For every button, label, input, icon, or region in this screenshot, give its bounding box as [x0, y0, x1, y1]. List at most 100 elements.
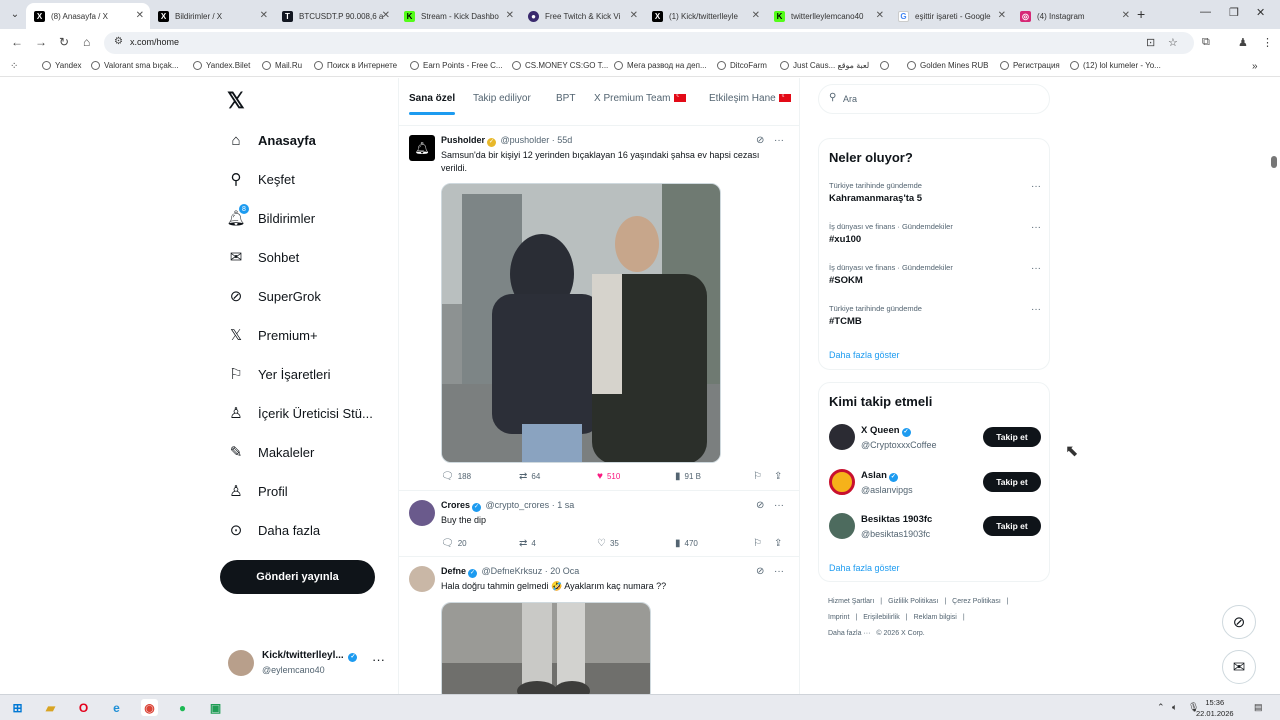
bookmark-item[interactable]: Мега развод на деп...	[614, 61, 707, 70]
tab-etkilesim-hane[interactable]: Etkileşim Hane	[709, 91, 791, 104]
reply-button[interactable]: 🗨︎ 20	[441, 538, 467, 549]
extensions-icon[interactable]: ⧉	[1202, 36, 1210, 49]
messages-fab-button[interactable]: ✉	[1222, 650, 1256, 684]
share-button[interactable]: ⇪	[774, 471, 786, 482]
browser-tab[interactable]: T BTCUSDT.P 90.008,6 a ✕	[274, 3, 396, 29]
close-tab-icon[interactable]: ✕	[260, 10, 268, 21]
more-link[interactable]: Daha fazla ···	[828, 630, 870, 637]
forward-icon[interactable]: →	[35, 35, 47, 49]
grok-icon[interactable]: ⊘	[756, 500, 764, 511]
grok-icon[interactable]: ⊘	[756, 135, 764, 146]
tweet-time[interactable]: · 20 Oca	[545, 566, 580, 576]
share-button[interactable]: ⇪	[774, 538, 786, 549]
more-icon[interactable]: ···	[372, 652, 385, 667]
bookmark-item[interactable]: Golden Mines RUB	[907, 61, 988, 70]
tab-x-premium-team[interactable]: X Premium Team	[594, 91, 686, 104]
nav-item-bookmarks[interactable]: ⚐ Yer İşaretleri	[226, 359, 330, 389]
spotify-icon[interactable]: ●	[174, 699, 191, 716]
show-more-link[interactable]: Daha fazla göster	[829, 563, 900, 573]
speaker-icon[interactable]: 🔈︎	[1172, 702, 1177, 713]
browser-tab[interactable]: X Bildirimler / X ✕	[150, 3, 274, 29]
more-icon[interactable]: ···	[774, 566, 784, 577]
bookmark-item[interactable]: Регистрация	[1000, 61, 1060, 70]
views-button[interactable]: ▮ 91 B	[675, 471, 701, 482]
accessibility-link[interactable]: Erişilebilirlik	[863, 614, 900, 621]
nav-item-home[interactable]: ⌂ Anasayfa	[226, 125, 315, 155]
tweet-photo[interactable]	[441, 183, 721, 463]
chrome-icon[interactable]: ◉	[141, 699, 158, 716]
restore-icon[interactable]: ❐	[1229, 6, 1239, 19]
author-handle[interactable]: @pusholder	[501, 135, 550, 145]
profile-icon[interactable]: ♟	[1238, 36, 1248, 49]
nav-item-profile[interactable]: ♙ Profil	[226, 476, 287, 506]
new-tab-icon[interactable]: +	[1137, 6, 1145, 22]
browser-menu-icon[interactable]: ⋮	[1262, 36, 1273, 49]
follow-button[interactable]: Takip et	[983, 516, 1041, 536]
more-bookmarks-icon[interactable]: »	[1252, 61, 1258, 72]
tweet[interactable]: Defne ✓ @DefneKrksuz · 20 Oca ⊘ ··· Hala …	[399, 558, 799, 694]
follow-suggestion[interactable]: Besiktas 1903fc @besiktas1903fc Takip et	[829, 512, 1041, 542]
tweet[interactable]: Crores ✓ @crypto_crores · 1 sa ⊘ ··· Buy …	[399, 492, 799, 557]
back-icon[interactable]: ←	[11, 35, 23, 49]
install-app-icon[interactable]: ⊡	[1146, 36, 1155, 49]
tab-following[interactable]: Takip ediliyor	[473, 93, 531, 104]
trend-item[interactable]: Türkiye tarihinde gündemde Kahramanmaraş…	[829, 181, 1041, 204]
minimize-icon[interactable]: —	[1200, 6, 1211, 18]
browser-tab[interactable]: X (1) Kick/twitterlleyle ✕	[644, 3, 766, 29]
close-tab-icon[interactable]: ✕	[998, 10, 1006, 21]
browser-tab[interactable]: ◎ (4) Instagram ✕	[1012, 3, 1136, 29]
bookmark-button[interactable]: ⚐	[753, 471, 766, 482]
x-logo-icon[interactable]: 𝕏	[227, 88, 245, 114]
follow-button[interactable]: Takip et	[983, 472, 1041, 492]
tweet[interactable]: 🔔︎ Pusholder ✓ @pusholder · 55d ⊘ ··· Sam…	[399, 127, 799, 491]
scrollbar-thumb[interactable]	[1271, 156, 1277, 168]
bookmark-item[interactable]: Yandex.Bilet	[193, 61, 250, 70]
close-tab-icon[interactable]: ✕	[1122, 10, 1130, 21]
opera-icon[interactable]: O	[75, 699, 92, 716]
notification-center-icon[interactable]: ▤	[1254, 702, 1263, 713]
close-tab-icon[interactable]: ✕	[506, 10, 514, 21]
home-icon[interactable]: ⌂	[83, 35, 90, 49]
nav-item-articles[interactable]: ✎ Makaleler	[226, 437, 315, 467]
bookmark-item[interactable]: (12) lol kumeler - Yo...	[1070, 61, 1161, 70]
site-info-icon[interactable]: ⚙	[114, 36, 123, 47]
like-button[interactable]: ♥ 510	[597, 471, 620, 482]
bookmark-item[interactable]: DitcoFarm	[717, 61, 767, 70]
grok-icon[interactable]: ⊘	[756, 566, 764, 577]
reload-icon[interactable]: ↻	[59, 35, 69, 49]
close-tab-icon[interactable]: ✕	[752, 10, 760, 21]
scrollbar[interactable]	[1268, 78, 1280, 694]
views-button[interactable]: ▮ 470	[675, 538, 698, 549]
bookmark-item[interactable]: CS.MONEY CS:GO T...	[512, 61, 608, 70]
more-icon[interactable]: ···	[1031, 304, 1041, 315]
browser-tab[interactable]: X (8) Anasayfa / X ✕	[26, 3, 150, 29]
account-switcher[interactable]: Kick/twitterlleyl... ✓ @eylemcano40 ···	[228, 648, 388, 678]
browser-tab[interactable]: G eşittir işareti - Google ✕	[890, 3, 1012, 29]
bookmark-item[interactable]: Mail.Ru	[262, 61, 302, 70]
trend-item[interactable]: Türkiye tarihinde gündemde #TCMB ···	[829, 304, 1041, 327]
close-tab-icon[interactable]: ✕	[136, 10, 144, 21]
more-icon[interactable]: ···	[1031, 222, 1041, 233]
close-window-icon[interactable]: ✕	[1256, 6, 1265, 19]
close-tab-icon[interactable]: ✕	[876, 10, 884, 21]
bookmark-item[interactable]: Поиск в Интернете	[314, 61, 397, 70]
terms-link[interactable]: Hizmet Şartları	[828, 598, 874, 605]
author-name[interactable]: Pusholder	[441, 135, 485, 145]
tweet-time[interactable]: · 55d	[552, 135, 573, 145]
tab-bpt[interactable]: BPT	[556, 93, 575, 104]
author-handle[interactable]: @crypto_crores	[486, 500, 550, 510]
avatar[interactable]	[409, 566, 435, 592]
avatar[interactable]	[829, 469, 855, 495]
author-handle[interactable]: @DefneKrksuz	[482, 566, 543, 576]
show-more-link[interactable]: Daha fazla göster	[829, 350, 900, 360]
nav-item-more[interactable]: ⊙ Daha fazla	[226, 515, 320, 545]
avatar[interactable]	[409, 500, 435, 526]
nav-item-notifications[interactable]: 🔔︎ 8 Bildirimler	[226, 203, 315, 233]
search-input[interactable]: ⚲ Ara	[818, 84, 1050, 114]
author-name[interactable]: Defne	[441, 566, 466, 576]
start-icon[interactable]: ⊞	[9, 699, 26, 716]
post-button[interactable]: Gönderi yayınla	[220, 560, 375, 594]
avatar[interactable]: 🔔︎	[409, 135, 435, 161]
close-tab-icon[interactable]: ✕	[382, 10, 390, 21]
reply-button[interactable]: 🗨︎ 188	[441, 471, 471, 482]
